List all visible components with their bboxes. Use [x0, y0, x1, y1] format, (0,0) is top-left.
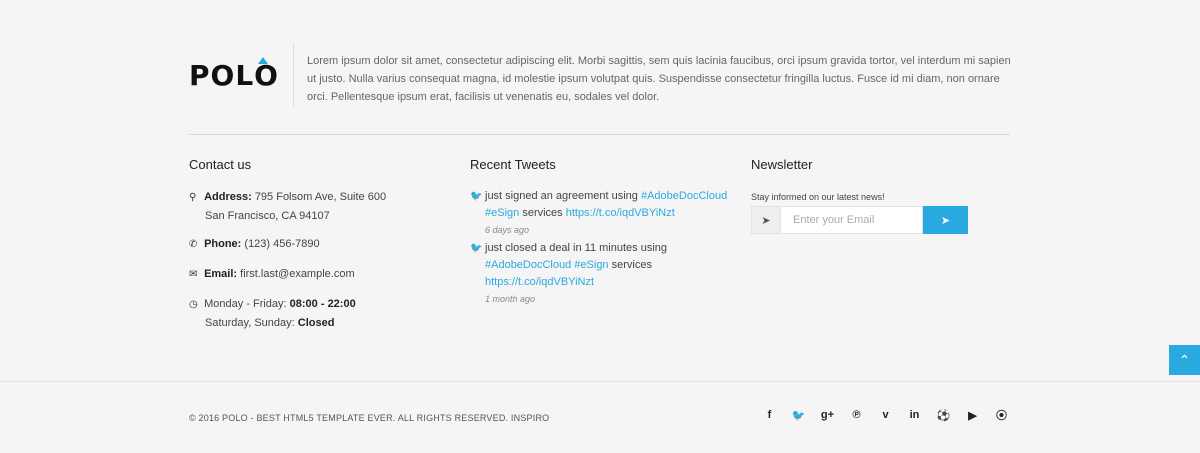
tweet-url-link[interactable]: https://t.co/iqdVBYiNzt	[485, 276, 594, 288]
send-icon: ➤	[940, 214, 951, 227]
paper-plane-icon: ➤	[751, 206, 781, 234]
tweet-item: 🐦 just closed a deal in 11 minutes using …	[470, 240, 735, 308]
contact-phone: ✆ Phone: (123) 456-7890	[189, 235, 320, 254]
logo-o: O	[254, 57, 279, 92]
hashtag-link[interactable]: #AdobeDocCloud	[485, 259, 571, 271]
tweet-url-link[interactable]: https://t.co/iqdVBYiNzt	[566, 207, 675, 219]
google-plus-icon[interactable]: g+	[813, 406, 842, 424]
phone-icon: ✆	[189, 239, 198, 250]
tweet-list: 🐦 just signed an agreement using #AdobeDo…	[470, 188, 735, 309]
logo-arrow-icon	[258, 57, 269, 64]
tweets-title: Recent Tweets	[470, 157, 556, 172]
copyright-text: © 2016 POLO - BEST HTML5 TEMPLATE EVER. …	[189, 413, 550, 423]
rss-icon[interactable]: ⦿	[987, 406, 1016, 424]
newsletter-email-input[interactable]	[781, 206, 923, 234]
youtube-icon[interactable]: ▶	[958, 406, 987, 424]
logo-divider	[293, 43, 294, 107]
tweet-time: 6 days ago	[485, 225, 530, 235]
linkedin-icon[interactable]: in	[900, 406, 929, 424]
pinterest-icon[interactable]: ℗	[842, 406, 871, 424]
newsletter-caption: Stay informed on our latest news!	[751, 192, 885, 202]
contact-address: ⚲ Address: 795 Folsom Ave, Suite 600 San…	[189, 191, 387, 222]
tweet-item: 🐦 just signed an agreement using #AdobeDo…	[470, 188, 735, 239]
hashtag-link[interactable]: #eSign	[485, 207, 519, 219]
facebook-icon[interactable]: f	[755, 406, 784, 424]
vimeo-icon[interactable]: v	[871, 406, 900, 424]
map-marker-icon: ⚲	[189, 192, 197, 203]
dribbble-icon[interactable]: ⚽	[929, 406, 958, 424]
contact-title: Contact us	[189, 157, 252, 172]
chevron-up-icon: ⌃	[1178, 351, 1191, 368]
twitter-bird-icon: 🐦	[470, 191, 483, 202]
email-link[interactable]: first.last@example.com	[240, 268, 354, 280]
about-text: Lorem ipsum dolor sit amet, consectetur …	[307, 55, 1011, 103]
tweet-time: 1 month ago	[485, 294, 536, 304]
newsletter-title: Newsletter	[751, 157, 813, 172]
social-links: f 🐦 g+ ℗ v in ⚽ ▶ ⦿	[755, 406, 1016, 424]
logo-text: POL	[189, 59, 255, 92]
twitter-icon[interactable]: 🐦	[784, 406, 813, 424]
envelope-icon: ✉	[189, 269, 198, 280]
logo[interactable]: POLO	[189, 57, 279, 92]
clock-icon: ◷	[189, 299, 198, 310]
newsletter-submit-button[interactable]: ➤	[923, 206, 968, 234]
hashtag-link[interactable]: #AdobeDocCloud	[641, 190, 727, 202]
footer-divider	[0, 381, 1200, 382]
hashtag-link[interactable]: #eSign	[574, 259, 608, 271]
twitter-bird-icon: 🐦	[470, 243, 483, 254]
newsletter-form: ➤ ➤	[751, 206, 968, 234]
contact-hours: ◷ Monday - Friday: 08:00 - 22:00 Saturda…	[189, 298, 356, 329]
back-to-top-button[interactable]: ⌃	[1169, 345, 1200, 375]
contact-email: ✉ Email: first.last@example.com	[189, 265, 355, 284]
section-divider	[189, 134, 1010, 135]
